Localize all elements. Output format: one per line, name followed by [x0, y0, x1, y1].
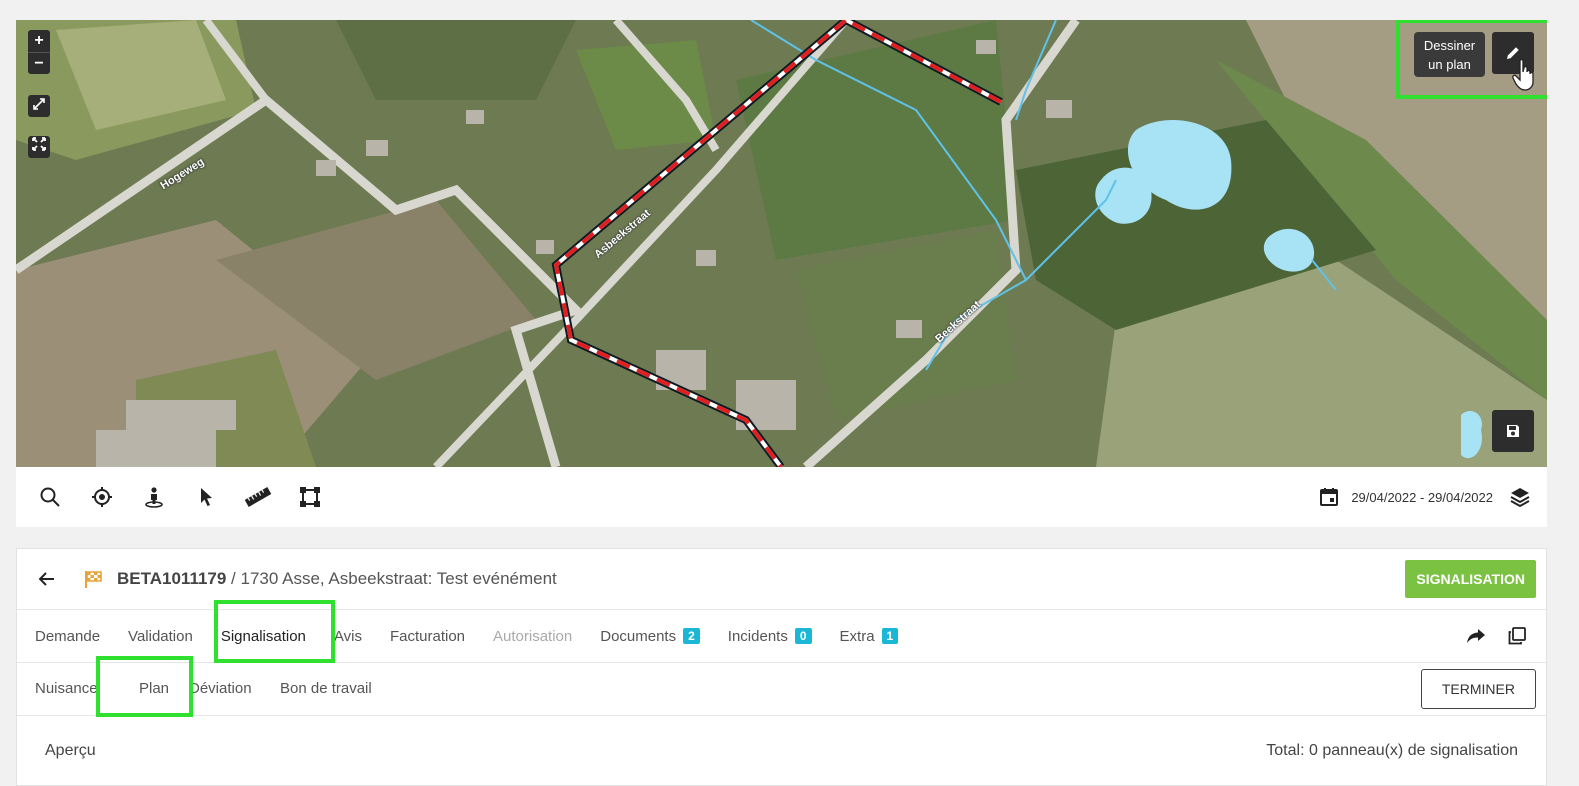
main-tabs: Demande Validation Signalisation Avis Fa…: [17, 600, 1546, 663]
save-map-button[interactable]: [1492, 410, 1534, 452]
share-icon[interactable]: [1466, 627, 1486, 645]
search-icon: [40, 487, 60, 507]
tab-signalisation[interactable]: Signalisation: [221, 628, 306, 645]
search-tool-button[interactable]: [24, 477, 76, 517]
extra-count-badge: 1: [881, 628, 899, 644]
draw-area-icon: [300, 487, 320, 507]
overview-bar: Aperçu Total: 0 panneau(x) de signalisat…: [17, 716, 1546, 786]
hand-cursor-icon: [1512, 58, 1534, 91]
draw-tooltip-line1: Dessiner: [1423, 38, 1476, 53]
terminer-button[interactable]: TERMINER: [1420, 669, 1536, 709]
date-range-text: 29/04/2022 - 29/04/2022: [1351, 489, 1493, 505]
tab-extra[interactable]: Extra 1: [840, 628, 899, 645]
expand-map-button[interactable]: [28, 95, 50, 117]
event-id: BETA1011179: [117, 569, 227, 588]
incidents-count-badge: 0: [794, 628, 812, 644]
tab-label: Extra: [839, 627, 875, 645]
copy-icon[interactable]: [1508, 627, 1526, 645]
zoom-control: + −: [28, 30, 50, 74]
tab-incidents[interactable]: Incidents 0: [728, 628, 812, 645]
map-view[interactable]: Hogeweg Asbeekstraat Beekstraat + − Dess…: [16, 20, 1547, 467]
tab-label: Signalisation: [220, 627, 306, 645]
measure-tool-button[interactable]: [232, 477, 284, 517]
tab-facturation[interactable]: Facturation: [390, 628, 465, 645]
subtab-plan[interactable]: Plan: [129, 680, 180, 697]
zoom-in-button[interactable]: +: [28, 30, 50, 52]
tab-label: Validation: [128, 627, 193, 645]
event-description: / 1730 Asse, Asbeekstraat: Test evénémen…: [226, 569, 557, 588]
zoom-out-button[interactable]: −: [28, 52, 50, 74]
tab-documents[interactable]: Documents 2: [600, 628, 700, 645]
fullscreen-icon: [32, 137, 46, 151]
draw-area-tool-button[interactable]: [284, 477, 336, 517]
draw-tooltip-line2: un plan: [1428, 57, 1471, 72]
ruler-icon: [244, 487, 272, 507]
back-button[interactable]: [39, 572, 79, 586]
tab-avis[interactable]: Avis: [334, 628, 362, 645]
tab-validation[interactable]: Validation: [128, 628, 193, 645]
subtab-bon-de-travail[interactable]: Bon de travail: [280, 680, 372, 697]
expand-icon: [33, 98, 45, 110]
subtab-nuisance[interactable]: Nuisance: [35, 680, 98, 697]
event-title: BETA1011179 / 1730 Asse, Asbeekstraat: T…: [117, 569, 557, 589]
aerial-imagery: [16, 20, 1547, 467]
sub-tabs: Nuisance Plan Déviation Bon de travail T…: [17, 656, 1546, 717]
streetview-tool-button[interactable]: [128, 477, 180, 517]
arrow-left-icon: [39, 572, 54, 586]
tab-label: Incidents: [727, 627, 788, 645]
event-panel: BETA1011179 / 1730 Asse, Asbeekstraat: T…: [16, 548, 1547, 786]
overview-total: Total: 0 panneau(x) de signalisation: [1266, 742, 1518, 759]
checkered-flag-icon: [85, 571, 102, 588]
tab-label: Avis: [333, 627, 362, 645]
draw-plan-tooltip: Dessiner un plan: [1414, 32, 1485, 77]
tab-demande[interactable]: Demande: [35, 628, 100, 645]
overview-label: Aperçu: [45, 742, 96, 759]
map-toolbar: 29/04/2022 - 29/04/2022: [16, 467, 1547, 527]
fullscreen-button[interactable]: [28, 136, 50, 158]
floppy-disk-icon: [1507, 425, 1519, 437]
select-cursor-icon: [201, 488, 212, 506]
subtab-deviation[interactable]: Déviation: [189, 680, 252, 697]
layers-icon[interactable]: [1509, 486, 1531, 508]
tab-label: Demande: [35, 627, 101, 645]
panel-header: BETA1011179 / 1730 Asse, Asbeekstraat: T…: [17, 549, 1546, 610]
calendar-icon[interactable]: [1319, 487, 1339, 507]
locate-icon: [92, 487, 112, 507]
select-tool-button[interactable]: [180, 477, 232, 517]
documents-count-badge: 2: [683, 628, 700, 644]
tab-label: Autorisation: [493, 627, 573, 645]
tab-label: Documents: [600, 627, 677, 645]
signalisation-status-button[interactable]: SIGNALISATION: [1405, 560, 1536, 598]
streetview-icon: [145, 487, 163, 508]
locate-tool-button[interactable]: [76, 477, 128, 517]
tab-autorisation[interactable]: Autorisation: [493, 628, 572, 645]
tab-label: Facturation: [389, 627, 466, 645]
